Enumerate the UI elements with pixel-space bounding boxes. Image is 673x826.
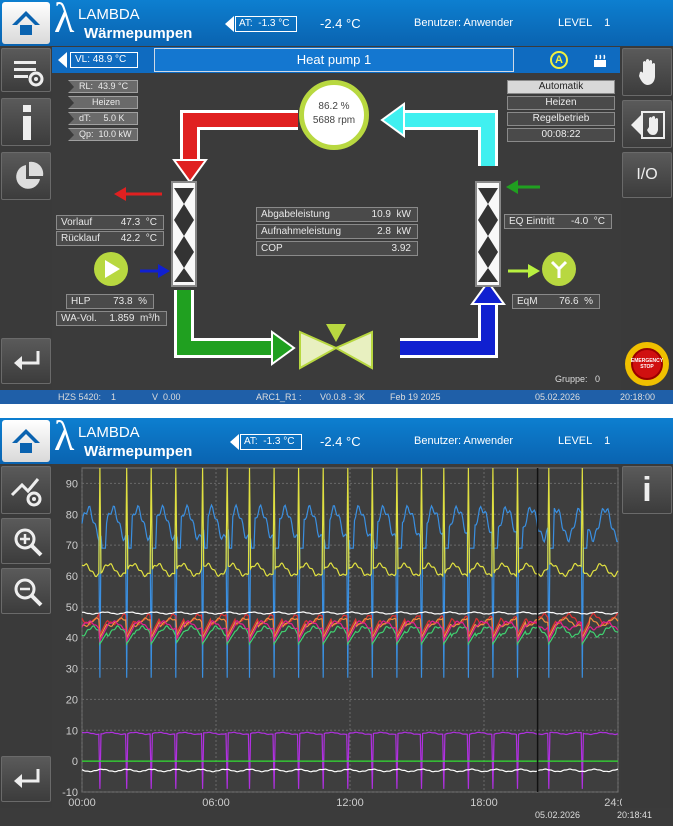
outdoor-temp-box: AT: -1.3 °C	[240, 434, 302, 450]
logo-text-waermepumpen: Wärmepumpen	[84, 443, 193, 460]
pie-chart-icon	[16, 161, 44, 189]
y-tick-label: 30	[66, 664, 78, 676]
y-tick-label: 50	[66, 602, 78, 614]
zoom-in-icon	[14, 528, 43, 557]
right-sidebar: i	[621, 464, 673, 810]
source-inlet-temp-field: EQ Eintritt -4.0 °C	[504, 214, 612, 229]
return-temp-field: Rücklauf 42.2 °C	[56, 231, 164, 246]
home-button[interactable]	[2, 2, 50, 44]
left-sidebar	[0, 46, 52, 391]
zoom-in-button[interactable]	[1, 518, 51, 564]
return-arrow-icon	[14, 351, 40, 370]
emergency-stop-label: EMERGENCY STOP	[630, 358, 664, 370]
info-icon	[23, 105, 31, 140]
settings-button[interactable]	[1, 48, 51, 92]
level-label: LEVEL 1	[558, 435, 611, 447]
firmware-version: V0.0.8 - 3K	[320, 392, 366, 402]
settings-sliders-icon	[14, 61, 44, 87]
water-volume-field: WA-Vol. 1.859 m³/h	[56, 311, 167, 326]
outdoor-temp-value: -2.4 °C	[320, 434, 361, 449]
cop-field: COP 3.92	[256, 241, 418, 256]
hlp-field: HLP 73.8 %	[66, 294, 154, 309]
y-tick-label: 10	[66, 725, 78, 737]
heat-pump-overview-screen: λ LAMBDA Wärmepumpen AT: -1.3 °C -2.4 °C…	[0, 0, 673, 404]
compressor-percent: 86.2 %	[318, 101, 350, 112]
trend-info-button[interactable]: i	[622, 466, 672, 514]
lambda-logo: λ	[54, 418, 75, 460]
hand-off-button[interactable]	[622, 100, 672, 148]
io-button[interactable]: I/O	[622, 152, 672, 198]
status-date: 05.02.2026	[535, 810, 581, 820]
valve-status: V 0.00	[152, 392, 181, 402]
input-power-field: Aufnahmeleistung 2.8 kW	[256, 224, 418, 239]
lambda-logo: λ	[54, 0, 75, 42]
zoom-out-button[interactable]	[1, 568, 51, 614]
compressor-rpm: 5688 rpm	[312, 115, 356, 126]
emergency-stop-button[interactable]: EMERGENCY STOP	[625, 342, 669, 386]
return-arrow-icon	[14, 769, 40, 788]
user-label: Benutzer: Anwender	[414, 435, 514, 447]
y-tick-label: 40	[66, 633, 78, 645]
status-time: 20:18:41	[617, 810, 653, 820]
y-tick-label: 70	[66, 540, 78, 552]
statistics-button[interactable]	[1, 152, 51, 200]
trend-screen: λ LAMBDA Wärmepumpen AT: -1.3 °C -2.4 °C…	[0, 418, 673, 826]
logo-text-waermepumpen: Wärmepumpen	[84, 25, 193, 42]
header-bar: λ LAMBDA Wärmepumpen AT: -1.3 °C -2.4 °C…	[0, 418, 673, 464]
outdoor-temp-value: -2.4 °C	[320, 16, 361, 31]
trend-settings-button[interactable]	[1, 466, 51, 514]
auto-mode-icon: A	[550, 51, 568, 69]
header-bar: λ LAMBDA Wärmepumpen AT: -1.3 °C -2.4 °C…	[0, 0, 673, 46]
heat-pump-title-bar: VL: 48.9 °C Heat pump 1 A	[52, 47, 620, 73]
page-title: Heat pump 1	[154, 48, 514, 72]
user-label: Benutzer: Anwender	[414, 17, 514, 29]
arc-status: ARC1_R1 :	[256, 392, 302, 402]
hand-panel-icon	[631, 111, 665, 139]
source-pump-field: EqM 76.6 %	[512, 294, 600, 309]
logo-text-lambda: LAMBDA	[78, 6, 140, 23]
trend-settings-icon	[10, 478, 42, 507]
status-bar: HZS 5420: 1 V 0.00 ARC1_R1 : V0.0.8 - 3K…	[0, 390, 673, 404]
compressor: 86.2 % 5688 rpm	[299, 80, 369, 150]
trend-chart-svg: -10010203040506070809000:00 06:00 12:00 18:…	[62, 467, 632, 809]
group-label: Gruppe: 0	[555, 374, 601, 384]
home-icon	[12, 11, 40, 35]
y-tick-label: 60	[66, 571, 78, 583]
outdoor-temp-box: AT: -1.3 °C	[235, 16, 297, 32]
y-tick-label: 80	[66, 509, 78, 521]
y-tick-label: 90	[66, 478, 78, 490]
left-sidebar	[0, 464, 52, 810]
flow-temp-box: VL: 48.9 °C	[70, 52, 138, 68]
zoom-out-icon	[14, 578, 43, 607]
logo-text-lambda: LAMBDA	[78, 424, 140, 441]
source-fan-icon	[542, 252, 576, 286]
info-button[interactable]	[1, 98, 51, 146]
manual-mode-button[interactable]	[622, 48, 672, 96]
home-button[interactable]	[2, 420, 50, 462]
right-sidebar: I/O EMERGENCY STOP	[621, 46, 673, 391]
y-tick-label: 20	[66, 694, 78, 706]
back-button[interactable]	[1, 756, 51, 802]
build-date: Feb 19 2025	[390, 392, 441, 402]
trend-chart: -10 0 10 20 30 40 50 60 70 80 90 00:00 06:00 12:00 18:…	[52, 464, 632, 809]
back-button[interactable]	[1, 338, 51, 384]
output-power-field: Abgabeleistung 10.9 kW	[256, 207, 418, 222]
status-bar: 05.02.2026 20:18:41	[0, 808, 673, 822]
level-label: LEVEL 1	[558, 17, 611, 29]
heating-pump-icon	[94, 252, 128, 286]
hzs-status: HZS 5420: 1	[58, 392, 117, 402]
status-date: 05.02.2026	[535, 392, 581, 402]
y-tick-label: 0	[72, 756, 78, 768]
home-icon	[12, 429, 40, 453]
hand-icon	[639, 59, 655, 85]
heating-icon	[592, 52, 608, 68]
flow-temp-field: Vorlauf 47.3 °C	[56, 215, 164, 230]
status-time: 20:18:00	[620, 392, 656, 402]
